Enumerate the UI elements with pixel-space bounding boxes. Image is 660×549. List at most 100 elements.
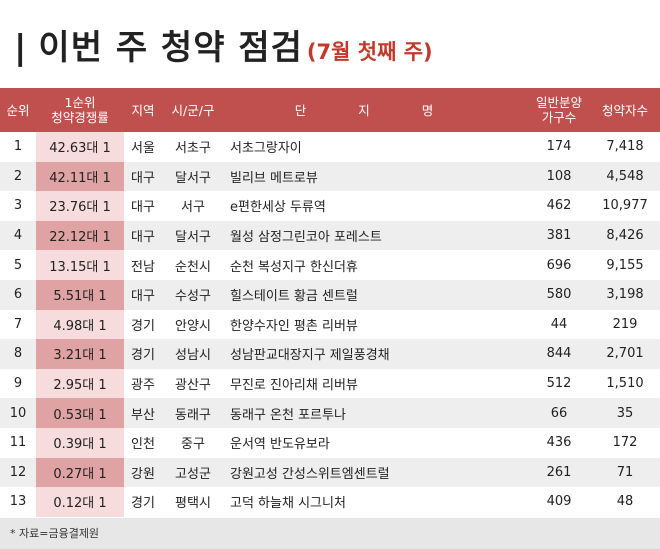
source-note: * 자료=금융결제원 <box>0 518 660 549</box>
complex-name-cell: 성남판교대장지구 제일풍경채 <box>230 348 390 364</box>
city-cell: 서초구 <box>175 141 211 157</box>
city-cell: 고성군 <box>175 466 211 482</box>
table-row: 1 42.63대 1 서울 서초구 서초그랑자이 174 7,418 <box>0 132 660 162</box>
units-cell: 409 <box>546 494 572 510</box>
applicants-cell: 9,155 <box>606 257 644 273</box>
rate-cell: 13.15대 1 <box>36 250 124 280</box>
region-cell: 전남 <box>131 259 155 275</box>
table-header: 순위 1순위 청약경쟁률 지역 시/군/구 단 지 명 일반분양 가구수 청약자… <box>0 88 660 132</box>
table-row: 5 13.15대 1 전남 순천시 순천 복성지구 한신더휴 696 9,155 <box>0 250 660 280</box>
rank-cell: 13 <box>9 494 27 510</box>
units-cell: 580 <box>546 287 572 303</box>
header-rate-line2: 청약경쟁률 <box>51 110 109 125</box>
city-cell: 서구 <box>181 200 205 216</box>
rank-cell: 5 <box>13 257 23 273</box>
city-cell: 중구 <box>181 437 205 453</box>
complex-name-cell: 무진로 진아리채 리버뷰 <box>230 378 358 394</box>
header-name: 단 지 명 <box>294 102 458 118</box>
region-cell: 강원 <box>131 466 155 482</box>
table-row: 4 22.12대 1 대구 달서구 월성 삼정그린코아 포레스트 381 8,426 <box>0 220 660 251</box>
table-row: 2 42.11대 1 대구 달서구 빌리브 메트로뷰 108 4,548 <box>0 161 660 192</box>
applicants-cell: 3,198 <box>606 287 644 303</box>
title-main: 이번 주 청약 점검 <box>38 28 303 68</box>
city-cell: 달서구 <box>175 170 211 186</box>
rank-cell: 4 <box>13 228 23 244</box>
rate-cell: 5.51대 1 <box>36 279 124 310</box>
rank-cell: 9 <box>13 376 23 392</box>
complex-name-cell: 순천 복성지구 한신더휴 <box>230 259 358 275</box>
rate-cell: 0.53대 1 <box>36 398 124 428</box>
complex-name-cell: 빌리브 메트로뷰 <box>230 170 318 186</box>
units-cell: 44 <box>550 316 568 332</box>
units-cell: 108 <box>546 168 572 184</box>
table-body: 1 42.63대 1 서울 서초구 서초그랑자이 174 7,418 2 42.11대 1 대구 달… <box>0 132 660 517</box>
city-cell: 평택시 <box>175 496 211 512</box>
table-row: 7 4.98대 1 경기 안양시 한양수자인 평촌 리버뷰 44 219 <box>0 309 660 340</box>
rank-cell: 3 <box>13 198 23 214</box>
header-rank: 순위 <box>6 102 30 118</box>
units-cell: 436 <box>546 435 572 451</box>
region-cell: 부산 <box>131 407 155 423</box>
header-city: 시/군/구 <box>171 102 215 118</box>
rank-cell: 11 <box>9 435 27 451</box>
applicants-cell: 172 <box>612 435 638 451</box>
units-cell: 381 <box>546 228 572 244</box>
city-cell: 동래구 <box>175 407 211 423</box>
table-row: 11 0.39대 1 인천 중구 운서역 반도유보라 436 172 <box>0 427 660 458</box>
applicants-cell: 7,418 <box>606 139 644 155</box>
city-cell: 순천시 <box>175 259 211 275</box>
complex-name-cell: 운서역 반도유보라 <box>230 437 330 453</box>
table-row: 12 0.27대 1 강원 고성군 강원고성 간성스위트엠센트럴 261 71 <box>0 457 660 488</box>
rate-cell: 23.76대 1 <box>36 191 124 221</box>
header-units-line1: 일반분양 <box>535 95 582 110</box>
city-cell: 광산구 <box>175 378 211 394</box>
units-cell: 261 <box>546 464 572 480</box>
applicants-cell: 71 <box>616 464 634 480</box>
title-bar: | <box>14 28 27 68</box>
table-row: 6 5.51대 1 대구 수성구 힐스테이트 황금 센트럴 580 3,198 <box>0 279 660 310</box>
rate-cell: 42.63대 1 <box>36 132 124 162</box>
table-row: 13 0.12대 1 경기 평택시 고덕 하늘채 시그니처 409 48 <box>0 487 660 517</box>
subscription-table: 순위 1순위 청약경쟁률 지역 시/군/구 단 지 명 일반분양 가구수 청약자… <box>0 88 660 517</box>
complex-name-cell: 동래구 온천 포르투나 <box>230 407 346 423</box>
header-units: 일반분양 가구수 <box>528 95 590 125</box>
applicants-cell: 10,977 <box>602 198 648 214</box>
city-cell: 수성구 <box>175 289 211 305</box>
complex-name-cell: 힐스테이트 황금 센트럴 <box>230 289 358 305</box>
region-cell: 경기 <box>131 348 155 364</box>
table-row: 10 0.53대 1 부산 동래구 동래구 온천 포르투나 66 35 <box>0 398 660 428</box>
units-cell: 512 <box>546 376 572 392</box>
region-cell: 대구 <box>131 230 155 246</box>
rate-cell: 0.27대 1 <box>36 457 124 488</box>
header-units-line2: 가구수 <box>541 110 577 125</box>
applicants-cell: 2,701 <box>606 346 644 362</box>
units-cell: 174 <box>546 139 572 155</box>
units-cell: 844 <box>546 346 572 362</box>
units-cell: 696 <box>546 257 572 273</box>
region-cell: 경기 <box>131 318 155 334</box>
complex-name-cell: 강원고성 간성스위트엠센트럴 <box>230 466 390 482</box>
complex-name-cell: 서초그랑자이 <box>230 141 302 157</box>
city-cell: 달서구 <box>175 230 211 246</box>
city-cell: 성남시 <box>175 348 211 364</box>
units-cell: 462 <box>546 198 572 214</box>
page-title: | 이번 주 청약 점검 (7월 첫째 주) <box>14 20 433 70</box>
rank-cell: 7 <box>13 316 23 332</box>
table-row: 9 2.95대 1 광주 광산구 무진로 진아리채 리버뷰 512 1,510 <box>0 368 660 399</box>
applicants-cell: 8,426 <box>606 228 644 244</box>
units-cell: 66 <box>550 405 568 421</box>
city-cell: 안양시 <box>175 318 211 334</box>
region-cell: 서울 <box>131 141 155 157</box>
complex-name-cell: 월성 삼정그린코아 포레스트 <box>230 230 382 246</box>
complex-name-cell: 고덕 하늘채 시그니처 <box>230 496 346 512</box>
table-row: 3 23.76대 1 대구 서구 e편한세상 두류역 462 10,977 <box>0 191 660 221</box>
rank-cell: 6 <box>13 287 23 303</box>
header-rate-line1: 1순위 <box>64 95 96 110</box>
rate-cell: 0.12대 1 <box>36 487 124 517</box>
rate-cell: 4.98대 1 <box>36 309 124 340</box>
rate-cell: 0.39대 1 <box>36 427 124 458</box>
rate-cell: 42.11대 1 <box>36 161 124 192</box>
rate-cell: 3.21대 1 <box>36 339 124 369</box>
applicants-cell: 35 <box>616 405 634 421</box>
rate-cell: 2.95대 1 <box>36 368 124 399</box>
